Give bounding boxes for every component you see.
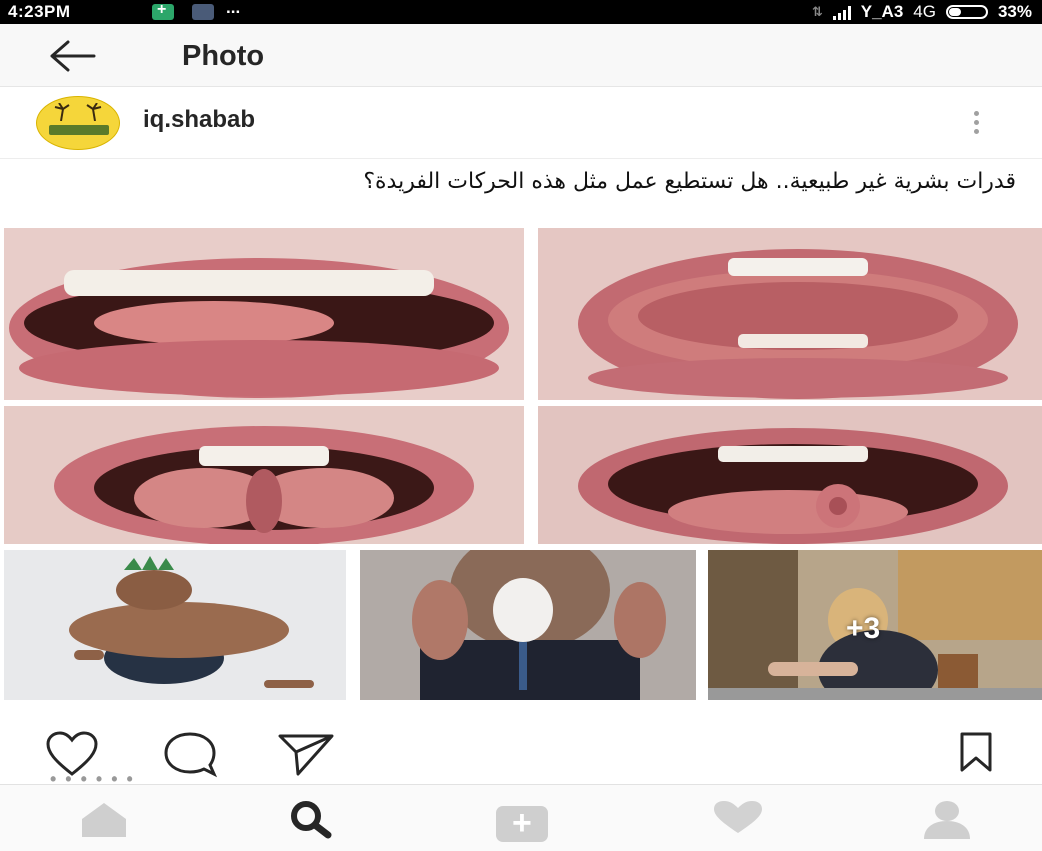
app-header: Photo xyxy=(0,24,1042,87)
post-actions xyxy=(0,722,1042,782)
battery-percent: 33% xyxy=(997,2,1032,21)
post-image-tongue-split-fold[interactable] xyxy=(4,406,524,544)
network-type: 4G xyxy=(913,2,936,21)
search-icon[interactable] xyxy=(288,799,334,839)
back-arrow-icon[interactable] xyxy=(48,38,98,74)
carrier-name: Y_A3 xyxy=(860,2,904,21)
profile-icon[interactable] xyxy=(920,799,974,839)
add-icon: + xyxy=(512,804,532,842)
signal-icon xyxy=(832,4,851,20)
notification-icon xyxy=(152,1,174,20)
more-photos-badge: +3 xyxy=(846,612,881,645)
avatar[interactable] xyxy=(36,96,120,150)
more-notifications: ... xyxy=(226,0,241,17)
post-image-tongue-cloverleaf[interactable] xyxy=(538,406,1042,544)
activity-icon[interactable] xyxy=(710,799,766,835)
post-image-girl-twisted-arms[interactable]: +3 xyxy=(708,550,1042,700)
game-notification-icon xyxy=(192,4,214,20)
share-icon[interactable] xyxy=(276,730,336,778)
post-caption: قدرات بشرية غير طبيعية.. هل تستطيع عمل م… xyxy=(363,169,1016,194)
post-image-tongue-folded-left[interactable] xyxy=(4,228,524,400)
status-time: 4:23PM xyxy=(8,2,71,21)
heart-icon[interactable] xyxy=(44,730,100,778)
mouth-drawing xyxy=(538,228,1042,400)
logo-band xyxy=(49,125,109,135)
mouth-drawing xyxy=(4,228,524,400)
egg-balance-drawing xyxy=(360,550,696,700)
post-image-tongue-rolled-around[interactable] xyxy=(538,228,1042,400)
post-header: iq.shabab xyxy=(0,88,1042,159)
home-icon[interactable] xyxy=(78,799,130,839)
comment-icon[interactable] xyxy=(162,730,218,778)
mouth-drawing xyxy=(538,406,1042,544)
bookmark-icon[interactable] xyxy=(956,730,996,774)
post-image-contortionist[interactable] xyxy=(4,550,346,700)
add-post-button[interactable]: + xyxy=(496,804,548,842)
page-title: Photo xyxy=(182,40,265,72)
battery-icon xyxy=(945,5,988,19)
status-bar: 4:23PM ... ⇅ Y_A3 4G 33% xyxy=(0,0,1042,24)
post-image-egg-balance-man[interactable] xyxy=(360,550,696,700)
more-options-icon[interactable] xyxy=(966,108,986,138)
data-arrows-icon: ⇅ xyxy=(811,4,823,19)
mouth-drawing xyxy=(4,406,524,544)
palm-logo-icon xyxy=(54,103,102,121)
post-username[interactable]: iq.shabab xyxy=(143,106,255,134)
contortionist-drawing xyxy=(4,550,346,700)
